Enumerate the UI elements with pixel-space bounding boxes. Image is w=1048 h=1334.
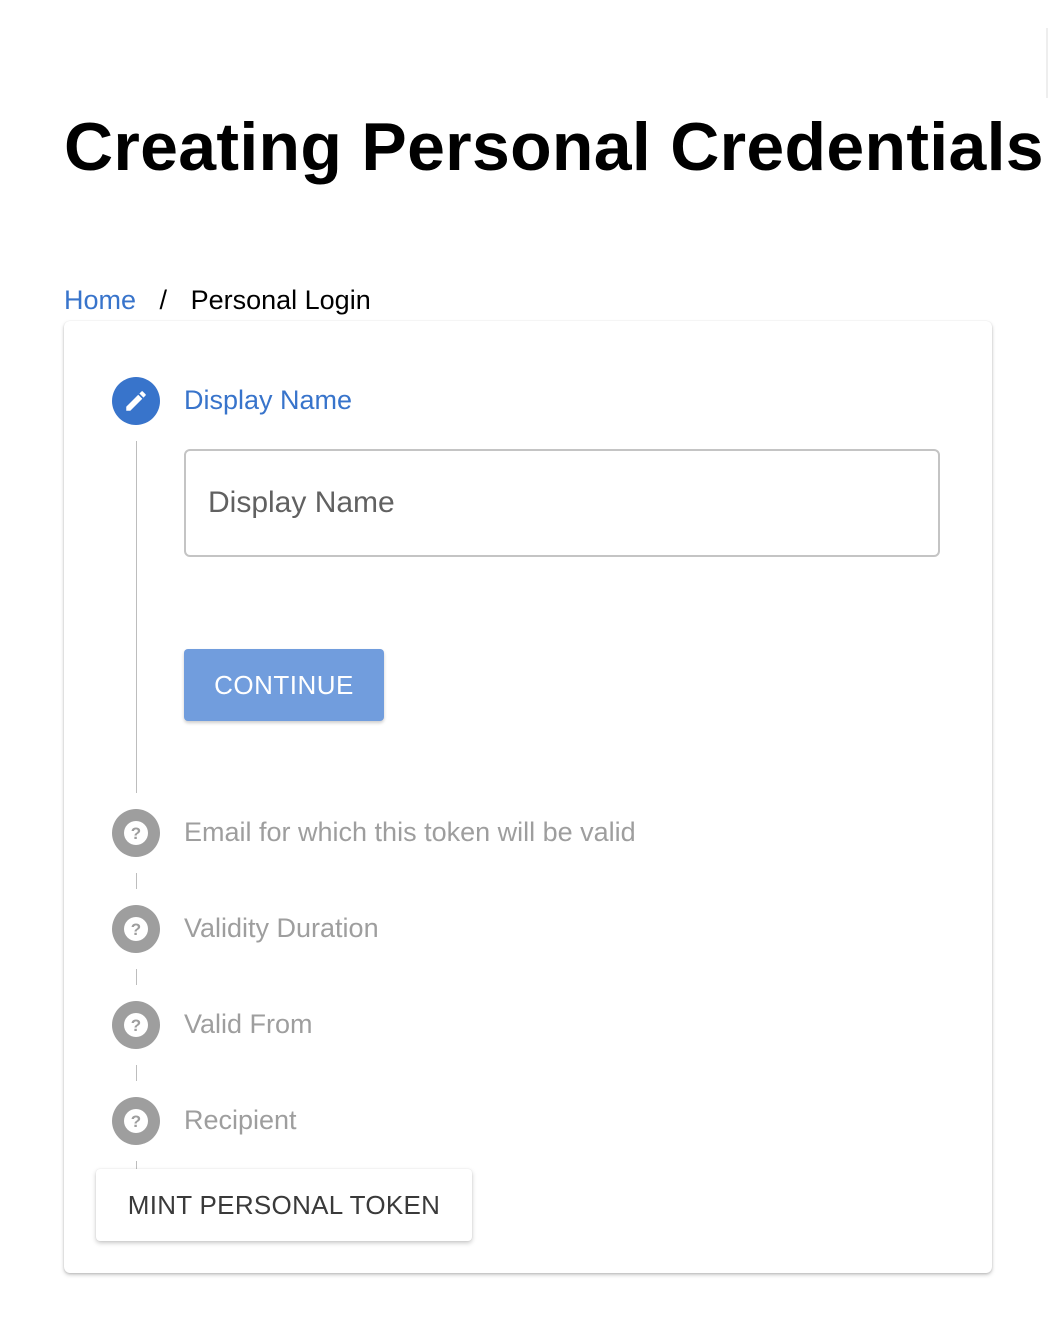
- display-name-field[interactable]: [184, 449, 940, 557]
- mint-personal-token-button[interactable]: MINT PERSONAL TOKEN: [96, 1169, 472, 1241]
- stepper-card: Display Name CONTINUE ? Email for which …: [64, 321, 992, 1273]
- step-5-question-icon: ?: [112, 1097, 160, 1145]
- step-4-question-icon: ?: [112, 1001, 160, 1049]
- step-label-validity-duration[interactable]: Validity Duration: [184, 910, 379, 946]
- svg-text:?: ?: [131, 824, 141, 843]
- svg-text:?: ?: [131, 920, 141, 939]
- breadcrumb: Home / Personal Login: [64, 282, 371, 318]
- step-2-question-icon: ?: [112, 809, 160, 857]
- display-name-input[interactable]: [186, 451, 938, 555]
- question-icon: ?: [124, 1013, 148, 1037]
- step-label-email[interactable]: Email for which this token will be valid: [184, 814, 636, 850]
- question-icon: ?: [124, 821, 148, 845]
- step-label-valid-from[interactable]: Valid From: [184, 1006, 313, 1042]
- question-icon: ?: [124, 1109, 148, 1133]
- step-label-recipient[interactable]: Recipient: [184, 1102, 297, 1138]
- breadcrumb-home-link[interactable]: Home: [64, 285, 136, 315]
- step-1-pencil-icon: [112, 377, 160, 425]
- step-connector: [136, 873, 137, 889]
- step-3-question-icon: ?: [112, 905, 160, 953]
- breadcrumb-current: Personal Login: [190, 285, 371, 315]
- pencil-icon: [126, 391, 146, 411]
- page: Creating Personal Credentials Home / Per…: [0, 0, 1048, 1334]
- page-title: Creating Personal Credentials: [64, 109, 1044, 185]
- breadcrumb-separator: /: [159, 285, 168, 315]
- step-label-display-name[interactable]: Display Name: [184, 382, 352, 418]
- svg-text:?: ?: [131, 1016, 141, 1035]
- question-icon: ?: [124, 917, 148, 941]
- svg-text:?: ?: [131, 1112, 141, 1131]
- continue-button[interactable]: CONTINUE: [184, 649, 384, 721]
- step-connector: [136, 441, 137, 793]
- step-connector: [136, 969, 137, 985]
- step-connector: [136, 1065, 137, 1081]
